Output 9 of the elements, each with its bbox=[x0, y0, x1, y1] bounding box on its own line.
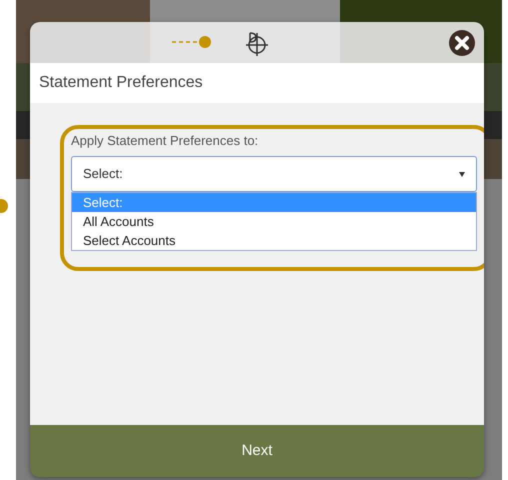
select-dropdown[interactable]: Select: bbox=[71, 156, 477, 192]
connector-line bbox=[172, 35, 212, 49]
dropdown-option[interactable]: Select Accounts bbox=[72, 231, 476, 250]
modal-title: Statement Preferences bbox=[39, 73, 203, 93]
field-label: Apply Statement Preferences to: bbox=[71, 132, 260, 150]
dropdown-option[interactable]: All Accounts bbox=[72, 212, 476, 231]
next-button[interactable]: Next bbox=[30, 425, 484, 477]
close-button[interactable] bbox=[448, 29, 476, 57]
caret-icon bbox=[459, 172, 465, 176]
